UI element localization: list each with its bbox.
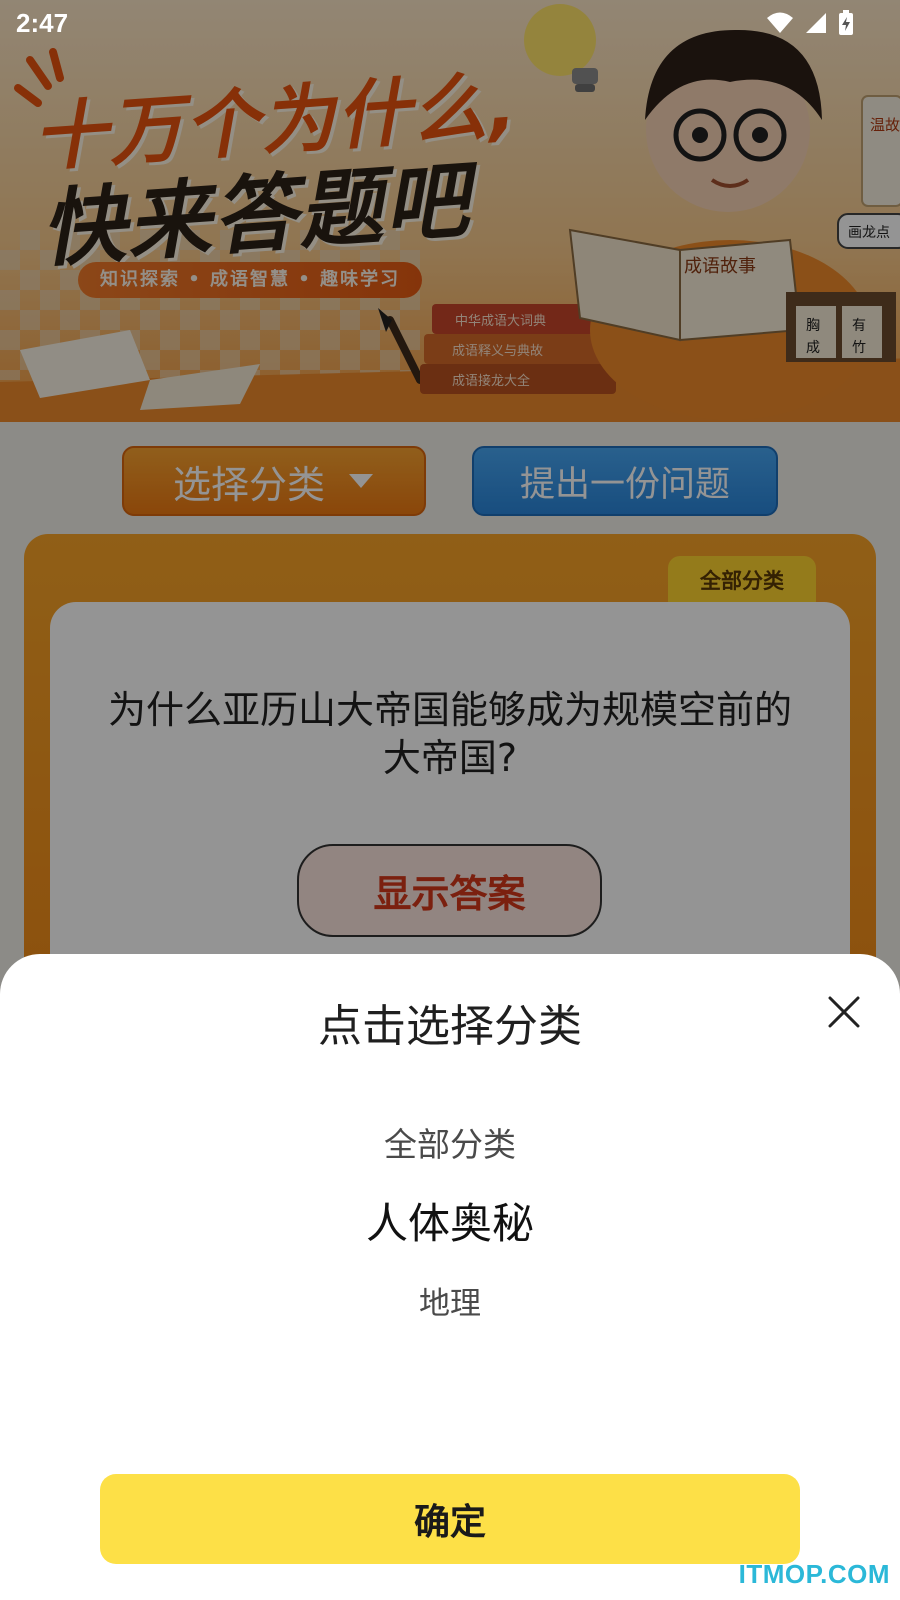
sheet-title: 点击选择分类 xyxy=(318,1001,582,1052)
picker-item-selected[interactable]: 人体奥秘 xyxy=(0,1190,900,1251)
watermark: ITMOP.COM xyxy=(738,1559,890,1589)
confirm-button[interactable]: 确定 xyxy=(100,1474,800,1564)
battery-charging-icon xyxy=(839,10,853,35)
status-time: 2:47 xyxy=(16,8,69,38)
picker-item-next[interactable]: 地理 xyxy=(0,1278,900,1323)
close-icon[interactable] xyxy=(826,994,862,1030)
category-picker-sheet: 点击选择分类 全部分类 人体奥秘 地理 确定 xyxy=(0,954,900,1600)
status-bar: 2:47 xyxy=(0,0,900,48)
cell-signal-icon xyxy=(806,13,826,33)
picker-item-previous[interactable]: 全部分类 xyxy=(0,1118,900,1166)
category-picker-wheel[interactable]: 全部分类 人体奥秘 地理 xyxy=(0,1104,900,1364)
status-icons xyxy=(766,10,854,36)
wifi-icon xyxy=(767,12,793,33)
